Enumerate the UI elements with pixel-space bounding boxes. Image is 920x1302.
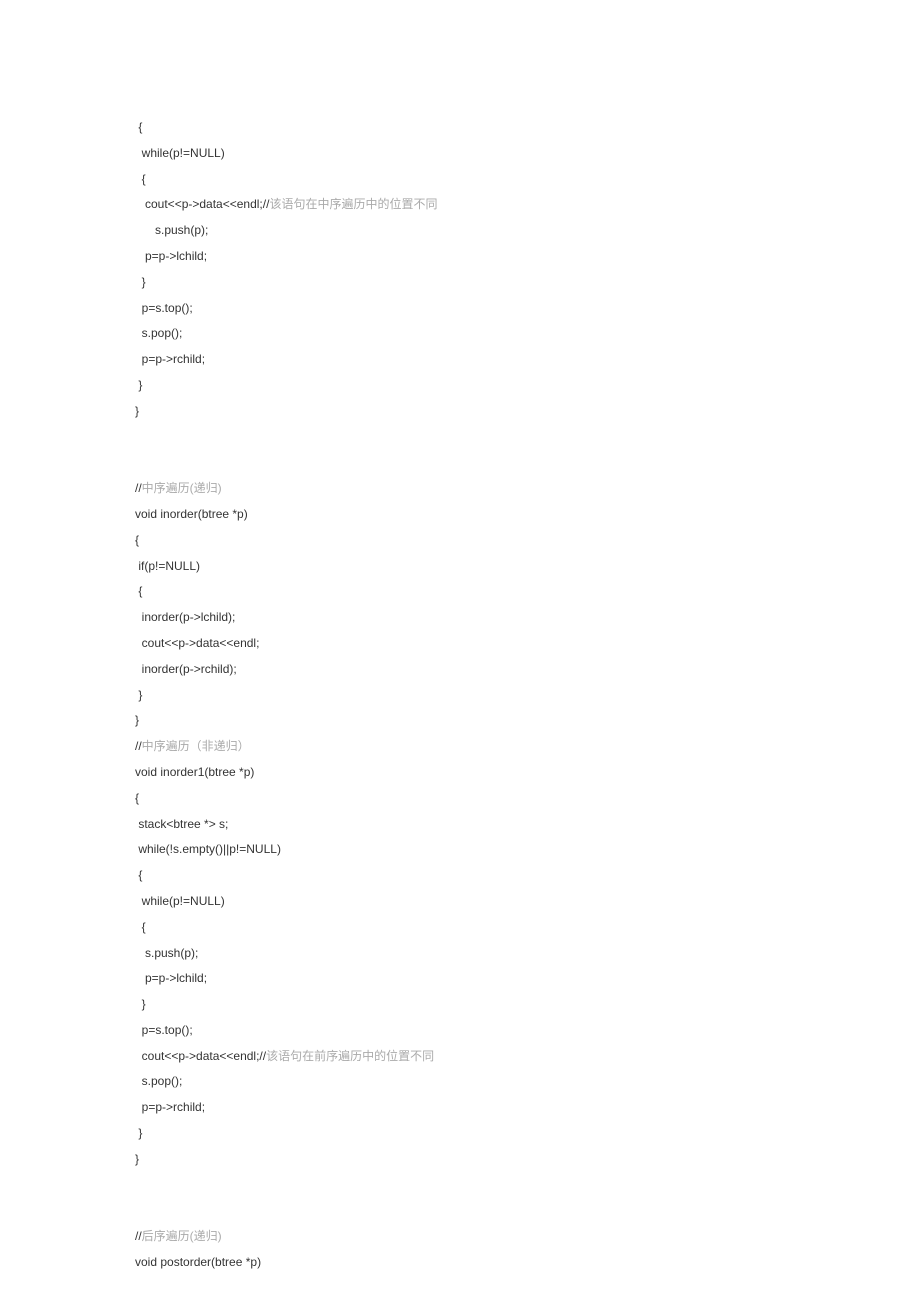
code-text: }: [135, 688, 142, 702]
code-text: }: [135, 404, 139, 418]
code-line: {: [135, 786, 920, 812]
code-text: [135, 430, 138, 444]
code-text: [135, 1203, 138, 1217]
code-line: }: [135, 708, 920, 734]
code-line: [135, 1173, 920, 1199]
code-line: inorder(p->rchild);: [135, 657, 920, 683]
code-text: //: [135, 481, 142, 495]
code-line: cout<<p->data<<endl;//该语句在前序遍历中的位置不同: [135, 1044, 920, 1070]
code-comment: 中序遍历（非递归）: [142, 739, 250, 753]
code-line: p=s.top();: [135, 1018, 920, 1044]
code-text: {: [135, 920, 146, 934]
code-line: void inorder1(btree *p): [135, 760, 920, 786]
code-line: }: [135, 373, 920, 399]
code-line: while(p!=NULL): [135, 889, 920, 915]
code-text: }: [135, 1126, 142, 1140]
code-text: inorder(p->lchild);: [135, 610, 235, 624]
code-text: cout<<p->data<<endl;//: [135, 1049, 266, 1063]
code-line: {: [135, 579, 920, 605]
code-line: p=s.top();: [135, 296, 920, 322]
code-line: }: [135, 399, 920, 425]
code-document-page: { while(p!=NULL) { cout<<p->data<<endl;/…: [0, 0, 920, 1302]
code-text: void postorder(btree *p): [135, 1255, 261, 1269]
code-comment: 该语句在中序遍历中的位置不同: [269, 197, 437, 211]
code-text: p=s.top();: [135, 301, 193, 315]
code-line: }: [135, 1121, 920, 1147]
code-text: s.push(p);: [135, 946, 198, 960]
code-line: s.pop();: [135, 1069, 920, 1095]
code-text: p=s.top();: [135, 1023, 193, 1037]
code-line: s.push(p);: [135, 941, 920, 967]
code-block: { while(p!=NULL) { cout<<p->data<<endl;/…: [135, 115, 920, 1276]
code-line: //后序遍历(递归): [135, 1224, 920, 1250]
code-text: //: [135, 739, 142, 753]
code-text: p=p->lchild;: [135, 249, 207, 263]
code-text: cout<<p->data<<endl;: [135, 636, 259, 650]
code-text: {: [135, 584, 142, 598]
code-comment: 中序遍历(递归): [142, 481, 222, 495]
code-text: if(p!=NULL): [135, 559, 200, 573]
code-line: p=p->rchild;: [135, 347, 920, 373]
code-line: }: [135, 270, 920, 296]
code-line: {: [135, 167, 920, 193]
code-line: p=p->lchild;: [135, 966, 920, 992]
code-line: cout<<p->data<<endl;//该语句在中序遍历中的位置不同: [135, 192, 920, 218]
code-text: inorder(p->rchild);: [135, 662, 237, 676]
code-text: s.push(p);: [135, 223, 208, 237]
code-text: {: [135, 120, 142, 134]
code-line: s.pop();: [135, 321, 920, 347]
code-comment: 该语句在前序遍历中的位置不同: [266, 1049, 434, 1063]
code-text: }: [135, 378, 142, 392]
code-line: //中序遍历(递归): [135, 476, 920, 502]
code-text: cout<<p->data<<endl;//: [135, 197, 269, 211]
code-text: while(!s.empty()||p!=NULL): [135, 842, 281, 856]
code-text: {: [135, 172, 146, 186]
code-line: }: [135, 1147, 920, 1173]
code-line: inorder(p->lchild);: [135, 605, 920, 631]
code-line: cout<<p->data<<endl;: [135, 631, 920, 657]
code-line: void inorder(btree *p): [135, 502, 920, 528]
code-line: stack<btree *> s;: [135, 812, 920, 838]
code-line: [135, 1198, 920, 1224]
code-line: p=p->lchild;: [135, 244, 920, 270]
code-text: }: [135, 1152, 139, 1166]
code-text: stack<btree *> s;: [135, 817, 228, 831]
code-text: [135, 455, 138, 469]
code-text: //: [135, 1229, 142, 1243]
code-line: void postorder(btree *p): [135, 1250, 920, 1276]
code-line: s.push(p);: [135, 218, 920, 244]
code-line: p=p->rchild;: [135, 1095, 920, 1121]
code-text: }: [135, 275, 146, 289]
code-line: [135, 425, 920, 451]
code-text: [135, 1178, 138, 1192]
code-text: while(p!=NULL): [135, 146, 225, 160]
code-text: p=p->rchild;: [135, 1100, 205, 1114]
code-text: s.pop();: [135, 1074, 182, 1088]
code-line: }: [135, 683, 920, 709]
code-text: void inorder1(btree *p): [135, 765, 254, 779]
code-text: }: [135, 997, 146, 1011]
code-line: {: [135, 115, 920, 141]
code-text: while(p!=NULL): [135, 894, 225, 908]
code-text: void inorder(btree *p): [135, 507, 248, 521]
code-line: //中序遍历（非递归）: [135, 734, 920, 760]
code-text: {: [135, 791, 139, 805]
code-text: p=p->rchild;: [135, 352, 205, 366]
code-line: {: [135, 915, 920, 941]
code-line: if(p!=NULL): [135, 554, 920, 580]
code-text: s.pop();: [135, 326, 182, 340]
code-text: }: [135, 713, 139, 727]
code-line: while(!s.empty()||p!=NULL): [135, 837, 920, 863]
code-text: p=p->lchild;: [135, 971, 207, 985]
code-comment: 后序遍历(递归): [142, 1229, 222, 1243]
code-line: }: [135, 992, 920, 1018]
code-line: {: [135, 528, 920, 554]
code-line: while(p!=NULL): [135, 141, 920, 167]
code-line: {: [135, 863, 920, 889]
code-text: {: [135, 533, 139, 547]
code-line: [135, 450, 920, 476]
code-text: {: [135, 868, 142, 882]
